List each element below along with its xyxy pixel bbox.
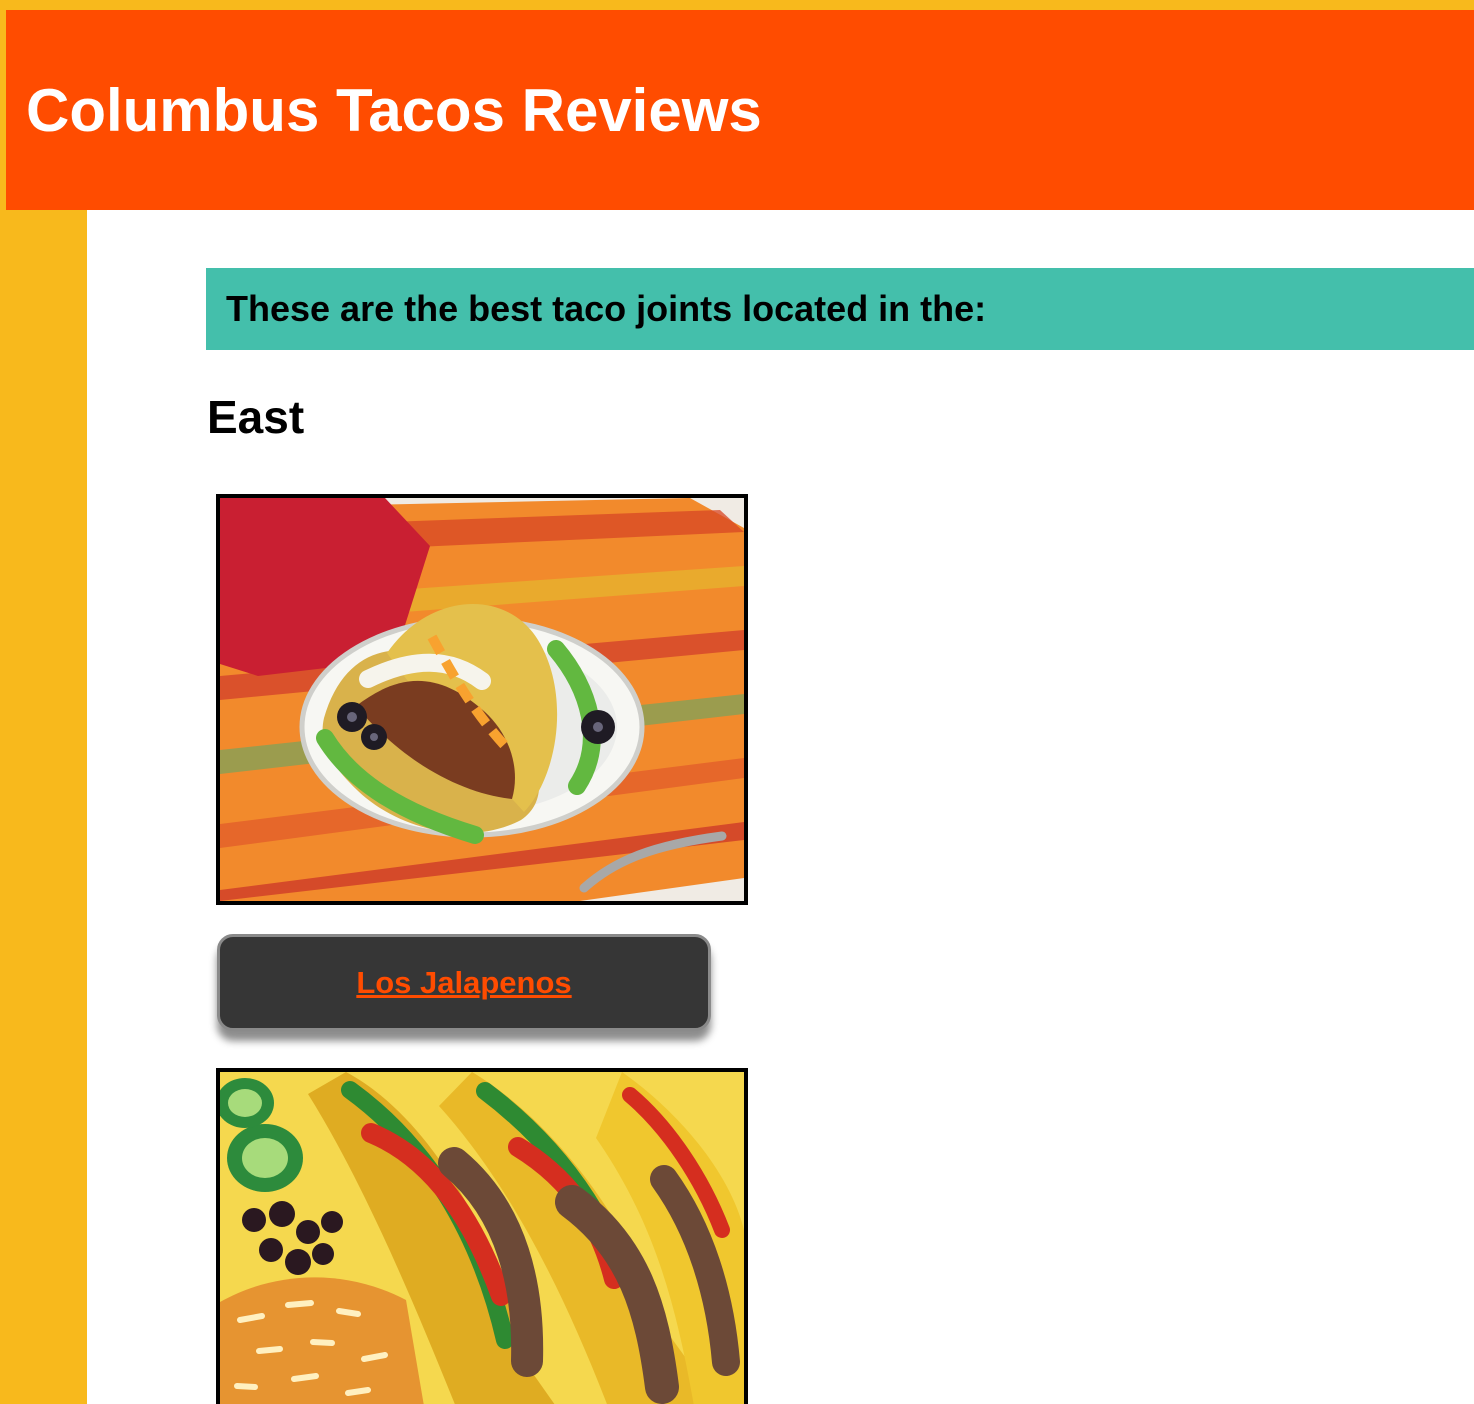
tacos-rice-beans-photo xyxy=(216,1068,748,1404)
taco-plate-photo xyxy=(216,494,748,905)
tacos-rice-beans-illustration xyxy=(220,1072,744,1404)
site-header: Columbus Tacos Reviews xyxy=(6,10,1474,210)
intro-banner: These are the best taco joints located i… xyxy=(206,268,1474,350)
intro-banner-text: These are the best taco joints located i… xyxy=(226,288,987,329)
main-content: These are the best taco joints located i… xyxy=(87,210,1474,1404)
taco-plate-illustration xyxy=(220,498,744,901)
restaurant-card-los-jalapenos[interactable]: Los Jalapenos xyxy=(217,934,711,1031)
region-heading: East xyxy=(207,391,305,443)
restaurant-link-los-jalapenos[interactable]: Los Jalapenos xyxy=(356,965,571,1001)
site-title: Columbus Tacos Reviews xyxy=(26,77,762,144)
